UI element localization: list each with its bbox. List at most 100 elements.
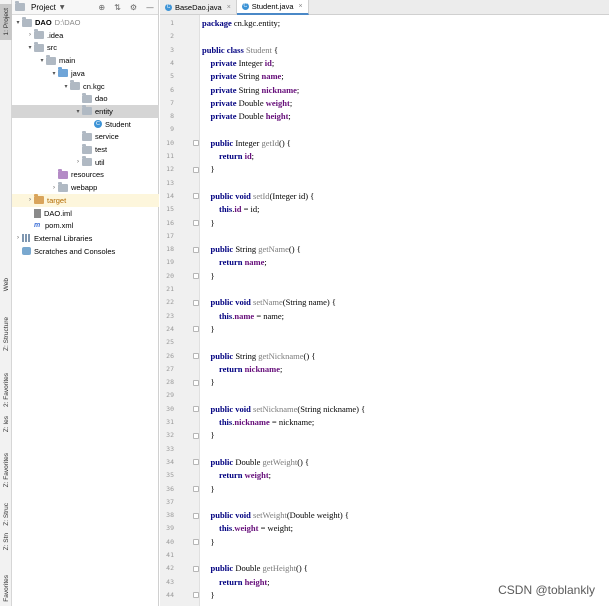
tree-item-label: entity: [95, 106, 113, 116]
fold-marker-icon[interactable]: [193, 539, 199, 546]
fold-marker-icon[interactable]: [193, 193, 199, 200]
tree-item[interactable]: ▾ DAO D:\DAO: [12, 16, 159, 29]
expand-arrow-icon[interactable]: ▾: [14, 19, 22, 26]
fold-marker-icon[interactable]: [193, 406, 199, 413]
tree-item[interactable]: › webapp: [12, 181, 159, 194]
tree-item[interactable]: dao: [12, 92, 159, 105]
fold-marker-icon[interactable]: [193, 592, 199, 599]
code-token: () {: [303, 350, 316, 361]
tool-window-tab[interactable]: Web: [0, 270, 12, 300]
code-editor[interactable]: package cn.kgc.entity; public class Stude…: [200, 15, 609, 606]
tree-item-label: target: [47, 195, 67, 205]
code-token: (Double weight) {: [286, 510, 349, 521]
tree-item[interactable]: test: [12, 143, 159, 156]
code-token: setNickname: [253, 403, 298, 414]
code-token: }: [202, 323, 215, 334]
fold-marker-icon[interactable]: [193, 432, 199, 439]
collapse-arrow-icon[interactable]: ›: [26, 32, 34, 38]
expand-arrow-icon[interactable]: ▾: [74, 108, 82, 115]
code-token: ;: [280, 363, 283, 374]
expand-arrow-icon[interactable]: ▾: [26, 44, 34, 51]
fold-marker-icon[interactable]: [193, 379, 199, 386]
fold-marker-icon[interactable]: [193, 565, 199, 572]
tree-item[interactable]: ▾ main: [12, 54, 159, 67]
collapse-arrow-icon[interactable]: ›: [26, 197, 34, 203]
code-line: this.weight = weight;: [202, 522, 293, 535]
watermark: CSDN @toblankly: [498, 583, 595, 597]
gear-icon[interactable]: ⚙: [130, 3, 137, 12]
collapse-arrow-icon[interactable]: ›: [14, 235, 22, 241]
fold-marker-icon[interactable]: [193, 299, 199, 306]
fold-marker-icon[interactable]: [193, 353, 199, 359]
code-token: private: [210, 111, 237, 122]
fold-marker-icon[interactable]: [193, 166, 199, 173]
tree-item[interactable]: DAO.iml: [12, 207, 159, 220]
code-line: this.id = id;: [202, 203, 259, 216]
folder-icon: [22, 16, 32, 27]
code-line: public void setWeight(Double weight) {: [202, 509, 349, 522]
tool-window-tab[interactable]: Z: Stn: [0, 530, 12, 554]
tree-item[interactable]: service: [12, 130, 159, 143]
close-icon[interactable]: ×: [227, 4, 231, 11]
tool-window-tab-label: Z: Ies: [2, 415, 10, 433]
collapse-arrow-icon[interactable]: ›: [50, 185, 58, 191]
tool-window-tab[interactable]: 1: Project: [0, 4, 12, 40]
fold-marker-icon[interactable]: [193, 326, 199, 333]
fold-marker-icon[interactable]: [193, 273, 199, 280]
tool-window-tab[interactable]: Z: Struc: [0, 500, 12, 528]
editor-gutter: 1 2 3 4 5 6 7 8 9 10 11 12 13 14 15 16 17 18 19 20 21 22 23 24 2…: [160, 15, 200, 606]
tree-item[interactable]: ▾ src: [12, 41, 159, 54]
expand-arrow-icon[interactable]: ▾: [50, 70, 58, 77]
fold-marker-icon[interactable]: [193, 459, 199, 466]
tree-item-label: DAO: [35, 18, 52, 27]
chevron-down-icon[interactable]: ▼: [60, 4, 65, 11]
fold-marker-icon[interactable]: [193, 220, 199, 226]
tree-item[interactable]: C Student: [12, 118, 159, 131]
code-token: setWeight: [253, 510, 287, 521]
code-token: public class: [202, 44, 244, 55]
collapse-all-icon[interactable]: ⇅: [114, 3, 121, 12]
code-token: return: [219, 576, 243, 587]
folder-orange-icon: [34, 194, 44, 205]
tree-item[interactable]: Scratches and Consoles: [12, 245, 159, 258]
locate-icon[interactable]: ⊕: [98, 3, 105, 12]
close-icon[interactable]: ×: [299, 3, 303, 10]
expand-arrow-icon[interactable]: ▾: [62, 83, 70, 90]
code-token: }: [202, 430, 215, 441]
tree-item[interactable]: m pom.xml: [12, 219, 159, 232]
tree-item[interactable]: ▾ java: [12, 67, 159, 80]
project-panel-title[interactable]: Project: [31, 3, 56, 12]
fold-marker-icon[interactable]: [193, 486, 199, 492]
hide-panel-icon[interactable]: —: [146, 3, 154, 12]
tool-window-tab[interactable]: Favorites: [0, 570, 12, 606]
tree-item[interactable]: › util: [12, 156, 159, 169]
tool-window-tab[interactable]: Z: Ies: [0, 410, 12, 438]
line-number: 23: [166, 311, 174, 320]
tool-window-tab[interactable]: Z: Favorites: [0, 450, 12, 490]
tree-item[interactable]: › External Libraries: [12, 232, 159, 245]
tree-item[interactable]: ▾ entity: [12, 104, 159, 118]
tool-window-tab[interactable]: 2: Favorites: [0, 372, 12, 408]
expand-arrow-icon[interactable]: ▾: [38, 57, 46, 64]
tree-item[interactable]: ▾ cn.kgc: [12, 80, 159, 93]
line-number: 3: [170, 45, 174, 54]
editor-tab[interactable]: C BaseDao.java ×: [160, 0, 237, 15]
fold-marker-icon[interactable]: [193, 140, 199, 147]
code-token: ;: [264, 257, 267, 268]
line-number: 13: [166, 178, 174, 187]
code-token: height: [265, 111, 289, 122]
tree-item[interactable]: resources: [12, 168, 159, 181]
tree-item[interactable]: › .idea: [12, 29, 159, 42]
fold-marker-icon[interactable]: [193, 246, 199, 253]
code-token: Double: [233, 456, 263, 467]
collapse-arrow-icon[interactable]: ›: [74, 159, 82, 165]
tool-window-tab[interactable]: Z: Structure: [0, 312, 12, 356]
tree-item[interactable]: › target: [12, 193, 159, 207]
fold-marker-icon[interactable]: [193, 512, 199, 519]
code-token: ;: [251, 151, 255, 161]
editor-tab[interactable]: C Student.java ×: [236, 0, 309, 15]
tree-item-path: D:\DAO: [54, 18, 81, 27]
